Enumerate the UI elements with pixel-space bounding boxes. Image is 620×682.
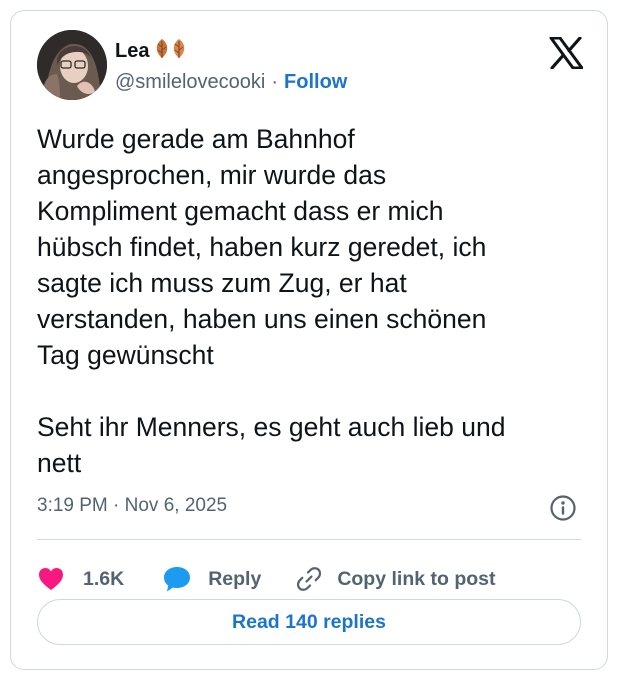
link-icon: [295, 565, 323, 593]
handle-row: @smilelovecooki · Follow: [115, 71, 347, 94]
display-name[interactable]: Lea: [115, 40, 149, 63]
tweet-text: Wurde gerade am Bahnhof angesprochen, mi…: [37, 124, 506, 478]
leaf-emoji-icon: [153, 38, 189, 65]
separator-dot: ·: [271, 71, 279, 93]
copy-link-label: Copy link to post: [337, 567, 496, 590]
tweet-timestamp[interactable]: 3:19 PM · Nov 6, 2025: [37, 495, 227, 517]
like-count: 1.6K: [83, 567, 125, 590]
follow-button[interactable]: Follow: [284, 71, 347, 94]
heart-icon: [37, 566, 65, 592]
like-button[interactable]: 1.6K: [37, 566, 124, 592]
name-row: Lea: [115, 38, 189, 65]
reply-bubble-icon: [162, 565, 192, 593]
reply-button[interactable]: Reply: [162, 565, 261, 593]
info-icon[interactable]: [549, 494, 577, 522]
tweet-card: Lea @smilelovecooki · Follow Wurde gerad…: [10, 10, 608, 670]
copy-link-button[interactable]: Copy link to post: [295, 565, 495, 593]
reply-label: Reply: [208, 567, 262, 590]
x-logo-icon[interactable]: [549, 36, 584, 70]
read-replies-button[interactable]: Read 140 replies: [37, 599, 581, 645]
avatar[interactable]: [37, 30, 107, 100]
divider: [37, 539, 581, 540]
action-bar: 1.6K Reply Copy link to post: [37, 563, 495, 595]
avatar-photo: [37, 30, 107, 100]
user-handle[interactable]: @smilelovecooki: [115, 71, 265, 94]
